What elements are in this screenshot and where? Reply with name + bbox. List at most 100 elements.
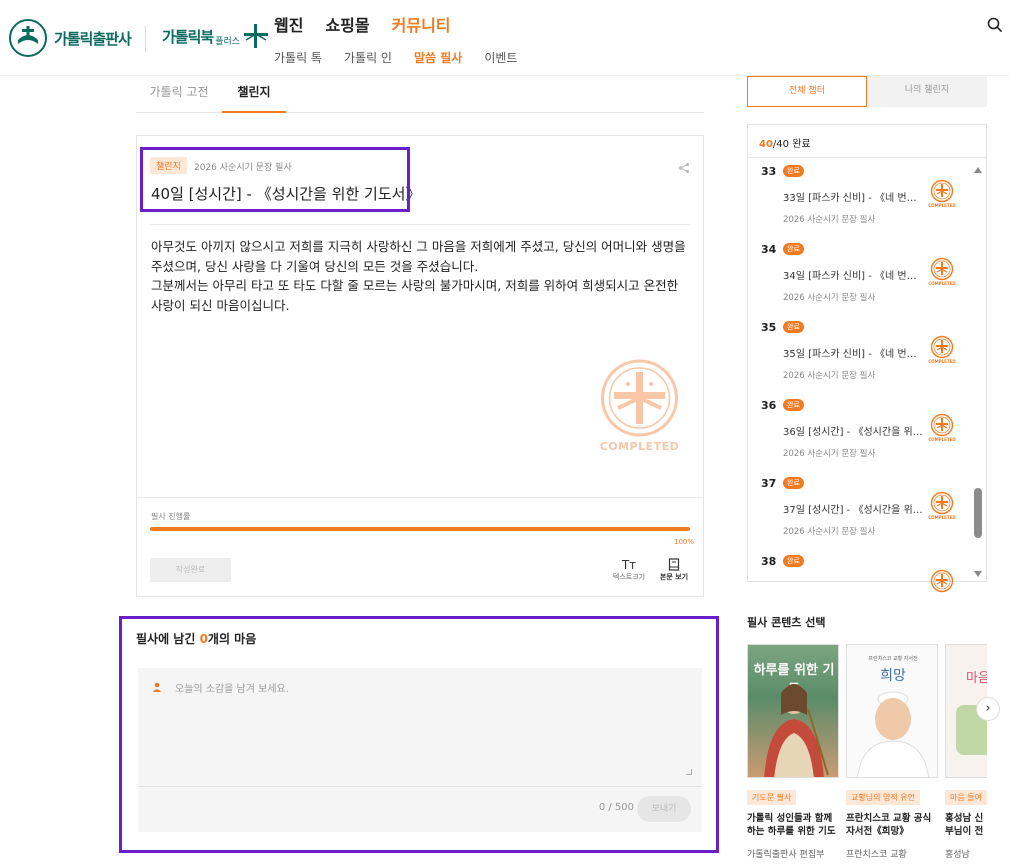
lnb-catholic-talk[interactable]: 가톨릭 톡 bbox=[274, 49, 322, 66]
text-size-icon: Tт bbox=[621, 558, 637, 572]
completed-mini-stamp-text: COMPLETED bbox=[928, 437, 956, 442]
scroll-up-arrow-icon[interactable] bbox=[974, 167, 982, 173]
completed-mini-stamp-icon bbox=[930, 335, 954, 359]
filter-all-chapters[interactable]: 전체 챕터 bbox=[747, 76, 867, 107]
lnb-event[interactable]: 이벤트 bbox=[484, 49, 517, 66]
catholic-press-logo-icon bbox=[9, 19, 47, 57]
comment-placeholder[interactable]: 오늘의 소감을 남겨 보세요. bbox=[175, 680, 289, 695]
chapter-title: 35일 [파스카 신비] - 《네 번째 ... bbox=[783, 349, 923, 360]
book-cover: 프란치스코 교황 자서전 희망 bbox=[846, 644, 938, 778]
challenge-filter: 전체 챕터 나의 챌린지 bbox=[747, 76, 987, 107]
book-card[interactable]: 하루를 위한 기도 기도문 필사 가톨릭 성인들과 함께하는 하루를 위한 기도… bbox=[747, 644, 839, 860]
chapter-subtitle: 2026 사순시기 문장 필사 bbox=[783, 371, 876, 381]
saint-portrait-icon bbox=[764, 684, 829, 777]
chapter-entry[interactable]: 35 완료 35일 [파스카 신비] - 《네 번째 ... 2026 사순시기 문장… bbox=[748, 321, 970, 399]
challenge-badge: 챌린지 bbox=[150, 157, 187, 174]
book-card[interactable]: 마음 마음 들여 홍성남 신부님이 전하는 마음 일 홍성남 bbox=[945, 644, 987, 860]
complete-button[interactable]: 작성완료 bbox=[150, 558, 231, 582]
chapter-number: 37 bbox=[761, 477, 777, 490]
chapter-entry[interactable]: 37 완료 37일 [성시간] - 《성시간을 위한... 2026 사순시기 문장 … bbox=[748, 477, 970, 555]
comment-title-suffix: 개의 마음 bbox=[207, 632, 257, 646]
carousel-next-button[interactable]: › bbox=[976, 697, 1000, 721]
completion-done-number: 40 bbox=[759, 139, 773, 150]
gnb-webzine[interactable]: 웹진 bbox=[274, 12, 303, 36]
tab-challenge[interactable]: 챌린지 bbox=[222, 77, 286, 113]
catholic-book-logo-text: 가톨릭북 bbox=[162, 27, 214, 46]
cross-logo-icon bbox=[244, 24, 269, 48]
filter-my-challenge[interactable]: 나의 챌린지 bbox=[867, 76, 987, 107]
gnb-shopping-mall[interactable]: 쇼핑몰 bbox=[325, 12, 369, 36]
book-author: 프란치스코 교황 bbox=[846, 850, 907, 860]
completed-mini-stamp-icon bbox=[930, 179, 954, 203]
chapter-number: 38 bbox=[761, 555, 777, 568]
catholic-book-plus-text: 플러스 bbox=[215, 36, 241, 47]
completed-mini-stamp-icon bbox=[930, 257, 954, 281]
chapter-entry[interactable]: 34 완료 34일 [파스카 신비] - 《네 번째 ... 2026 사순시기 문장… bbox=[748, 243, 970, 321]
book-author: 가톨릭출판사 편집부 bbox=[747, 850, 825, 860]
comment-title-prefix: 필사에 남긴 bbox=[136, 632, 200, 646]
completed-badge: 완료 bbox=[783, 555, 804, 567]
textarea-resize-handle[interactable] bbox=[686, 769, 692, 775]
chapter-title: 37일 [성시간] - 《성시간을 위한... bbox=[783, 505, 923, 516]
chapter-list-divider bbox=[748, 157, 986, 158]
comment-divider bbox=[138, 786, 702, 787]
completed-mini-stamp-icon bbox=[930, 569, 954, 593]
completed-badge: 완료 bbox=[783, 243, 804, 255]
search-icon[interactable] bbox=[986, 16, 1004, 34]
card-title: 40일 [성시간] - 《성시간을 위한 기도서》 bbox=[151, 185, 421, 203]
completion-count: 40/40 완료 bbox=[759, 135, 811, 150]
completed-badge: 완료 bbox=[783, 165, 804, 177]
lnb-scripture-copying[interactable]: 말씀 필사 bbox=[414, 49, 462, 66]
chapter-subtitle: 2026 사순시기 문장 필사 bbox=[783, 215, 876, 225]
user-icon bbox=[152, 682, 162, 692]
completed-badge: 완료 bbox=[783, 477, 804, 489]
book-cover-title: 희망 bbox=[880, 668, 906, 684]
send-button[interactable]: 보내기 bbox=[637, 796, 691, 822]
book-name: 가톨릭 성인들과 함께하는 하루를 위한 기도 bbox=[747, 813, 836, 837]
text-size-button[interactable]: Tт 텍스트크기 bbox=[609, 558, 649, 582]
book-cover-subtitle: 프란치스코 교황 자서전 bbox=[868, 656, 918, 662]
progress-percent: 100% bbox=[673, 538, 694, 546]
chapter-entry[interactable]: 33 완료 33일 [파스카 신비] - 《네 번째 ... 2026 사순시기 문장… bbox=[748, 165, 970, 243]
chapter-title: 34일 [파스카 신비] - 《네 번째 ... bbox=[783, 271, 923, 282]
book-icon bbox=[668, 558, 680, 571]
completed-badge: 완료 bbox=[783, 399, 804, 411]
book-name: 홍성남 신부님이 전하는 마음 일 bbox=[945, 813, 984, 837]
catholic-press-logo-text: 가톨릭출판사 bbox=[54, 29, 132, 48]
progress-fill bbox=[150, 527, 690, 531]
book-cover: 하루를 위한 기도 bbox=[747, 644, 839, 778]
local-nav: 가톨릭 톡 가톨릭 인 말씀 필사 이벤트 bbox=[274, 49, 517, 66]
book-card[interactable]: 프란치스코 교황 자서전 희망 교황님의 영적 유언 프란치스코 교황 공식 자… bbox=[846, 644, 938, 860]
completed-mini-stamp-icon bbox=[930, 413, 954, 437]
progress-bar bbox=[150, 527, 690, 531]
lnb-catholic-in[interactable]: 가톨릭 인 bbox=[344, 49, 392, 66]
card-divider bbox=[150, 224, 690, 225]
book-author: 홍성남 bbox=[945, 850, 970, 860]
site-header: 가톨릭출판사 가톨릭북 플러스 웹진 쇼핑몰 커뮤니티 가톨릭 톡 가톨릭 인 … bbox=[0, 0, 1009, 76]
catholic-book-plus-logo[interactable]: 가톨릭북 플러스 bbox=[162, 22, 270, 50]
pope-portrait-icon bbox=[857, 691, 929, 777]
completed-mini-stamp-icon bbox=[930, 491, 954, 515]
completed-mini-stamp-text: COMPLETED bbox=[928, 203, 956, 208]
gnb-community[interactable]: 커뮤니티 bbox=[392, 12, 451, 36]
chapter-entry[interactable]: 36 완료 36일 [성시간] - 《성시간을 위한... 2026 사순시기 문장 … bbox=[748, 399, 970, 477]
catholic-press-logo[interactable]: 가톨릭출판사 bbox=[8, 18, 132, 58]
logo-divider bbox=[145, 26, 146, 52]
scrollbar-thumb[interactable] bbox=[974, 488, 982, 538]
tab-catholic-classics[interactable]: 가톨릭 고전 bbox=[136, 77, 222, 113]
chapter-subtitle: 2026 사순시기 문장 필사 bbox=[783, 293, 876, 303]
card-footer-divider bbox=[137, 497, 703, 498]
book-cover-title: 마음 bbox=[966, 671, 987, 686]
chapter-title: 33일 [파스카 신비] - 《네 번째 ... bbox=[783, 193, 923, 204]
chapter-title: 36일 [성시간] - 《성시간을 위한... bbox=[783, 427, 923, 438]
chapter-number: 36 bbox=[761, 399, 777, 412]
comment-title: 필사에 남긴 0개의 마음 bbox=[136, 630, 256, 647]
view-text-button[interactable]: 본문 보기 bbox=[654, 558, 694, 582]
scroll-down-arrow-icon[interactable] bbox=[974, 571, 982, 577]
global-nav: 웹진 쇼핑몰 커뮤니티 bbox=[274, 12, 451, 36]
chapter-number: 33 bbox=[761, 165, 777, 178]
card-category: 2026 사순시기 문장 필사 bbox=[194, 163, 292, 173]
book-tag: 교황님의 영적 유언 bbox=[846, 790, 920, 805]
share-icon[interactable] bbox=[678, 162, 690, 174]
scripture-text: 아무것도 아끼지 않으시고 저희를 지극히 사랑하신 그 마음을 저희에게 주셨… bbox=[151, 237, 691, 315]
